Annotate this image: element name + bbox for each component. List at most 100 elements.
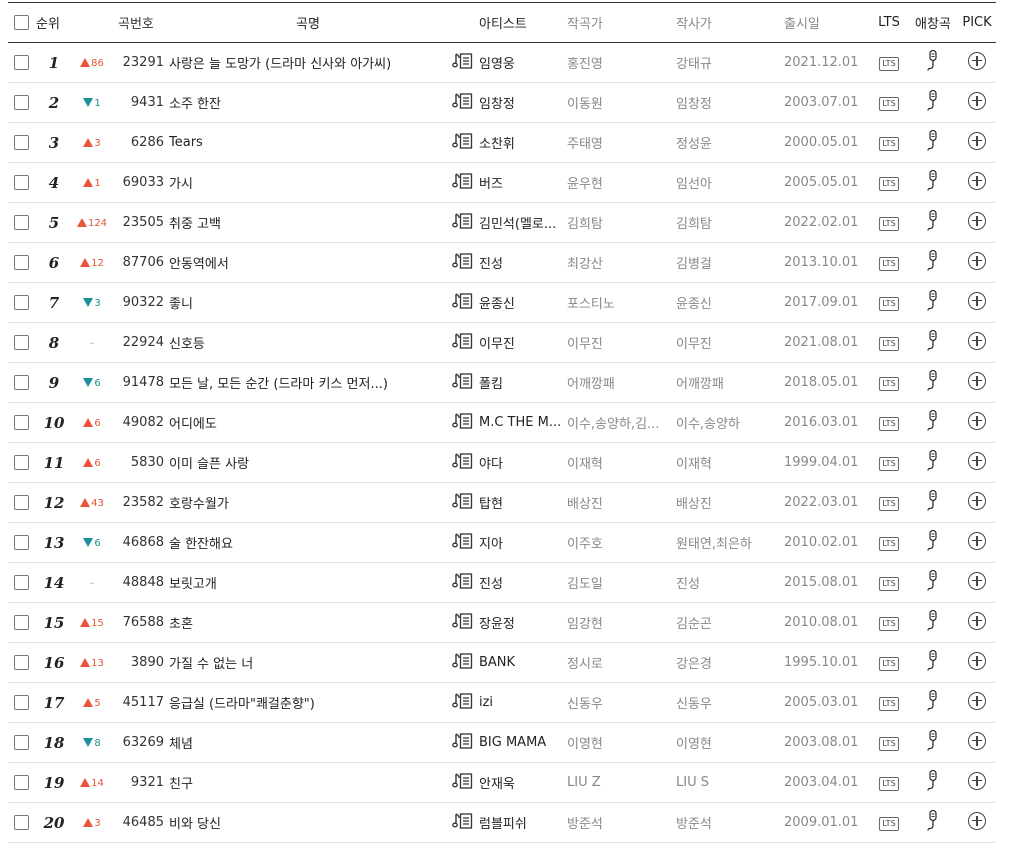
lts-icon[interactable]: LTS	[879, 136, 899, 151]
row-checkbox[interactable]	[14, 775, 29, 790]
lts-icon[interactable]: LTS	[879, 456, 899, 471]
microphone-icon[interactable]	[926, 369, 940, 393]
row-checkbox[interactable]	[14, 455, 29, 470]
artist[interactable]: 지아	[479, 523, 567, 563]
row-checkbox[interactable]	[14, 495, 29, 510]
microphone-icon[interactable]	[926, 609, 940, 633]
add-pick-button[interactable]	[968, 331, 986, 350]
artist[interactable]: 진성	[479, 243, 567, 283]
microphone-icon[interactable]	[926, 769, 940, 793]
microphone-icon[interactable]	[926, 569, 940, 593]
row-checkbox[interactable]	[14, 135, 29, 150]
lyrics-icon[interactable]	[452, 811, 474, 831]
lts-icon[interactable]: LTS	[879, 696, 899, 711]
song-title[interactable]: 초혼	[169, 603, 447, 643]
artist[interactable]: 럼블피쉬	[479, 803, 567, 843]
row-checkbox[interactable]	[14, 575, 29, 590]
lts-icon[interactable]: LTS	[879, 336, 899, 351]
lts-icon[interactable]: LTS	[879, 296, 899, 311]
lts-icon[interactable]: LTS	[879, 256, 899, 271]
microphone-icon[interactable]	[926, 49, 940, 73]
microphone-icon[interactable]	[926, 689, 940, 713]
song-title[interactable]: 신호등	[169, 323, 447, 363]
lyrics-icon[interactable]	[452, 131, 474, 151]
song-title[interactable]: 술 한잔해요	[169, 523, 447, 563]
row-checkbox[interactable]	[14, 615, 29, 630]
microphone-icon[interactable]	[926, 129, 940, 153]
microphone-icon[interactable]	[926, 729, 940, 753]
lyrics-icon[interactable]	[452, 531, 474, 551]
artist[interactable]: 김민석(멜로...	[479, 203, 567, 243]
artist[interactable]: 폴킴	[479, 363, 567, 403]
row-checkbox[interactable]	[14, 655, 29, 670]
song-title[interactable]: Tears	[169, 123, 447, 163]
song-title[interactable]: 모든 날, 모든 순간 (드라마 키스 먼저...)	[169, 363, 447, 403]
add-pick-button[interactable]	[968, 131, 986, 150]
lyrics-icon[interactable]	[452, 291, 474, 311]
add-pick-button[interactable]	[968, 611, 986, 630]
add-pick-button[interactable]	[968, 811, 986, 830]
microphone-icon[interactable]	[926, 489, 940, 513]
lyrics-icon[interactable]	[452, 611, 474, 631]
artist[interactable]: 장윤정	[479, 603, 567, 643]
row-checkbox[interactable]	[14, 535, 29, 550]
song-title[interactable]: 어디에도	[169, 403, 447, 443]
lts-icon[interactable]: LTS	[879, 216, 899, 231]
artist[interactable]: 버즈	[479, 163, 567, 203]
select-all-checkbox[interactable]	[14, 15, 29, 30]
artist[interactable]: 안재욱	[479, 763, 567, 803]
song-title[interactable]: 비와 당신	[169, 803, 447, 843]
microphone-icon[interactable]	[926, 809, 940, 833]
lyrics-icon[interactable]	[452, 651, 474, 671]
microphone-icon[interactable]	[926, 649, 940, 673]
add-pick-button[interactable]	[968, 411, 986, 430]
add-pick-button[interactable]	[968, 531, 986, 550]
lyrics-icon[interactable]	[452, 91, 474, 111]
add-pick-button[interactable]	[968, 251, 986, 270]
add-pick-button[interactable]	[968, 171, 986, 190]
lyrics-icon[interactable]	[452, 731, 474, 751]
add-pick-button[interactable]	[968, 731, 986, 750]
lts-icon[interactable]: LTS	[879, 96, 899, 111]
song-title[interactable]: 응급실 (드라마"쾌걸춘향")	[169, 683, 447, 723]
artist[interactable]: 임영웅	[479, 43, 567, 83]
lyrics-icon[interactable]	[452, 331, 474, 351]
microphone-icon[interactable]	[926, 409, 940, 433]
row-checkbox[interactable]	[14, 415, 29, 430]
add-pick-button[interactable]	[968, 571, 986, 590]
lts-icon[interactable]: LTS	[879, 176, 899, 191]
microphone-icon[interactable]	[926, 209, 940, 233]
row-checkbox[interactable]	[14, 215, 29, 230]
lts-icon[interactable]: LTS	[879, 576, 899, 591]
lts-icon[interactable]: LTS	[879, 776, 899, 791]
artist[interactable]: BIG MAMA	[479, 723, 567, 763]
add-pick-button[interactable]	[968, 651, 986, 670]
microphone-icon[interactable]	[926, 169, 940, 193]
row-checkbox[interactable]	[14, 735, 29, 750]
add-pick-button[interactable]	[968, 51, 986, 70]
lts-icon[interactable]: LTS	[879, 536, 899, 551]
row-checkbox[interactable]	[14, 255, 29, 270]
song-title[interactable]: 취중 고백	[169, 203, 447, 243]
lts-icon[interactable]: LTS	[879, 56, 899, 71]
lts-icon[interactable]: LTS	[879, 816, 899, 831]
add-pick-button[interactable]	[968, 691, 986, 710]
artist[interactable]: 윤종신	[479, 283, 567, 323]
lyrics-icon[interactable]	[452, 371, 474, 391]
artist[interactable]: BANK	[479, 643, 567, 683]
lts-icon[interactable]: LTS	[879, 616, 899, 631]
row-checkbox[interactable]	[14, 375, 29, 390]
song-title[interactable]: 안동역에서	[169, 243, 447, 283]
row-checkbox[interactable]	[14, 335, 29, 350]
lyrics-icon[interactable]	[452, 171, 474, 191]
microphone-icon[interactable]	[926, 449, 940, 473]
lyrics-icon[interactable]	[452, 771, 474, 791]
song-title[interactable]: 체념	[169, 723, 447, 763]
song-title[interactable]: 좋니	[169, 283, 447, 323]
add-pick-button[interactable]	[968, 371, 986, 390]
song-title[interactable]: 이미 슬픈 사랑	[169, 443, 447, 483]
add-pick-button[interactable]	[968, 91, 986, 110]
lts-icon[interactable]: LTS	[879, 376, 899, 391]
lyrics-icon[interactable]	[452, 51, 474, 71]
artist[interactable]: 진성	[479, 563, 567, 603]
